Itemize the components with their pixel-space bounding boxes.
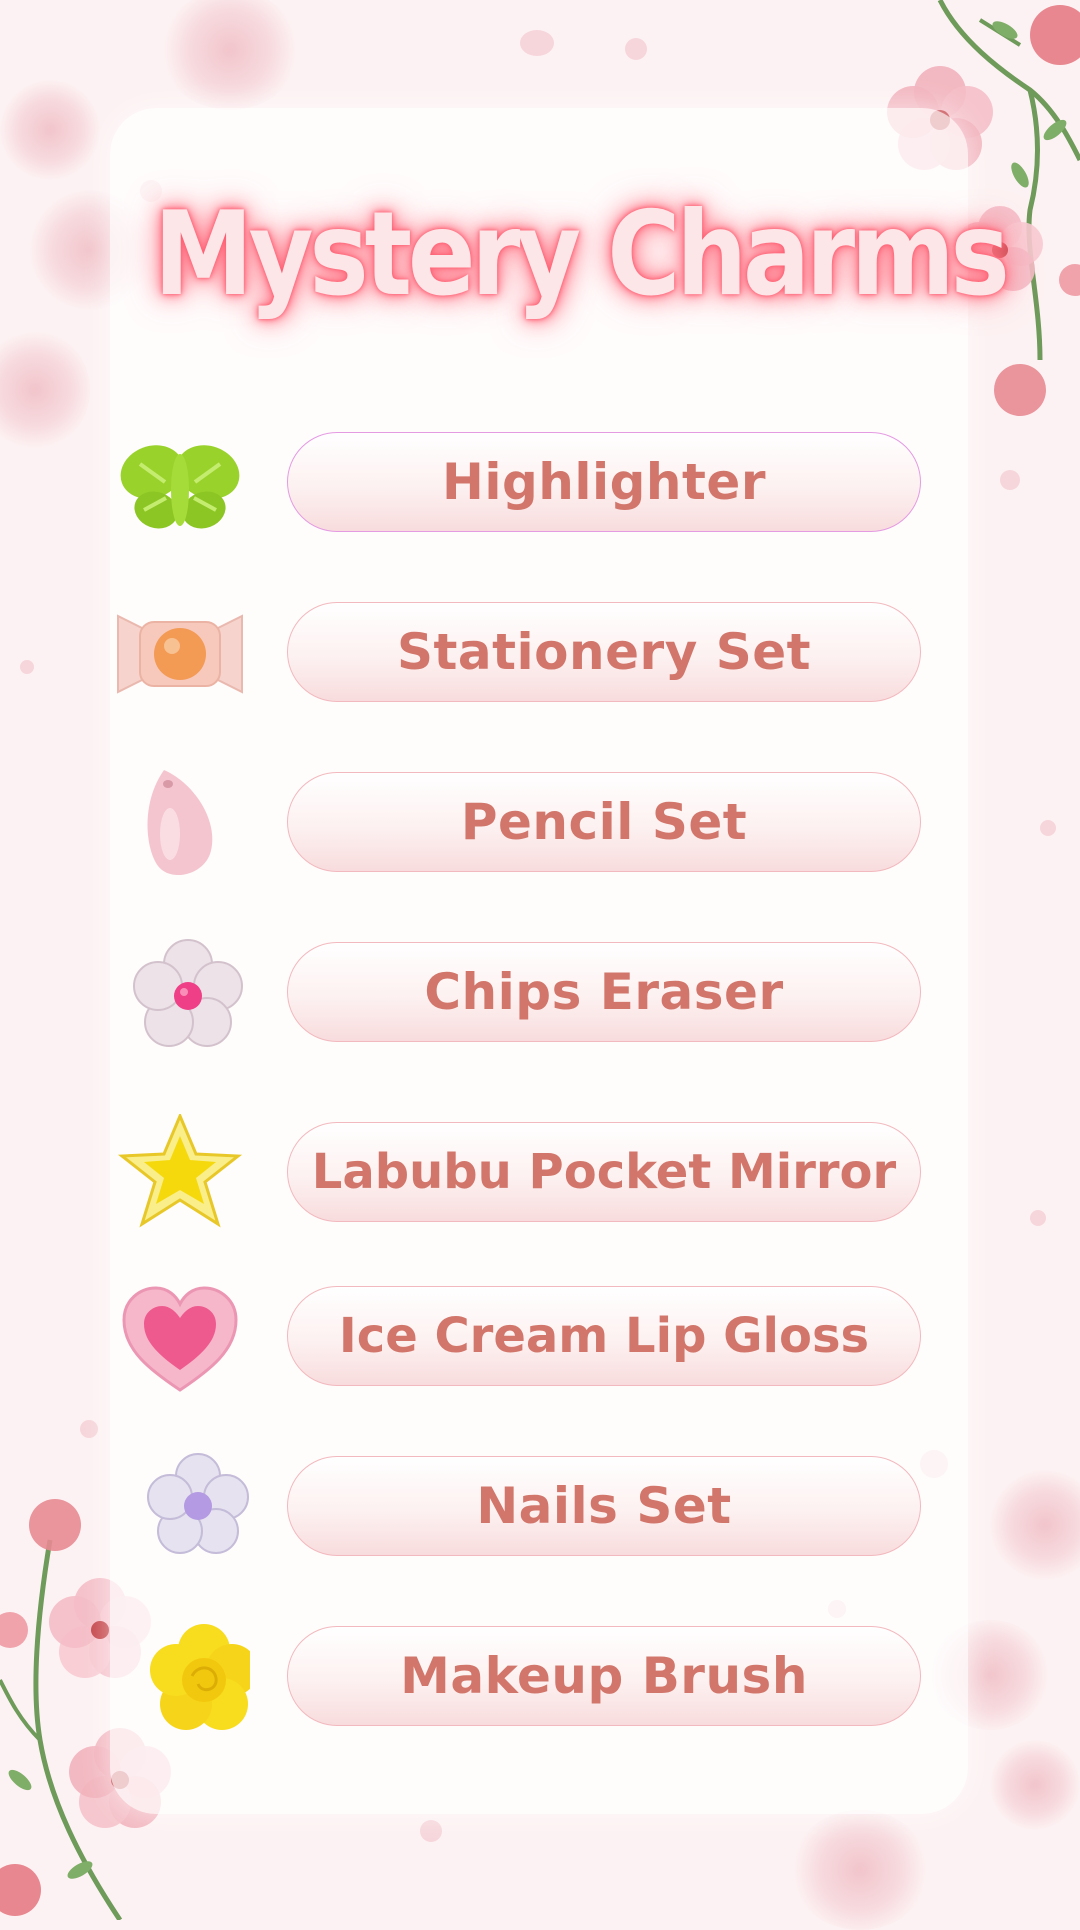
button-label: Labubu Pocket Mirror — [311, 1144, 897, 1200]
heart-charm-icon — [110, 1278, 250, 1398]
chips-eraser-button[interactable]: Chips Eraser — [287, 942, 921, 1042]
labubu-pocket-mirror-button[interactable]: Labubu Pocket Mirror — [287, 1122, 921, 1222]
makeup-brush-button[interactable]: Makeup Brush — [287, 1626, 921, 1726]
ice-cream-lip-gloss-button[interactable]: Ice Cream Lip Gloss — [287, 1286, 921, 1386]
list-item: Stationery Set — [0, 594, 1080, 714]
list-item: Nails Set — [0, 1448, 1080, 1568]
list-item: Pencil Set — [0, 764, 1080, 884]
button-label: Makeup Brush — [400, 1647, 808, 1705]
star-charm-icon — [110, 1114, 250, 1234]
list-item: Labubu Pocket Mirror — [0, 1114, 1080, 1234]
stationery-set-button[interactable]: Stationery Set — [287, 602, 921, 702]
list-item: Ice Cream Lip Gloss — [0, 1278, 1080, 1398]
button-label: Chips Eraser — [424, 963, 784, 1021]
button-label: Nails Set — [476, 1477, 732, 1535]
list-item: Highlighter — [0, 424, 1080, 544]
button-label: Ice Cream Lip Gloss — [338, 1308, 870, 1364]
list-item: Chips Eraser — [0, 934, 1080, 1054]
candy-charm-icon — [110, 594, 250, 714]
button-label: Stationery Set — [396, 623, 812, 681]
button-label: Highlighter — [441, 453, 766, 511]
nails-set-button[interactable]: Nails Set — [287, 1456, 921, 1556]
button-label: Pencil Set — [460, 793, 748, 851]
page-title: Mystery Charms — [153, 187, 1010, 322]
purple-flower-charm-icon — [110, 1448, 250, 1568]
butterfly-charm-icon — [110, 424, 250, 544]
list-item: Makeup Brush — [0, 1618, 1080, 1738]
pencil-set-button[interactable]: Pencil Set — [287, 772, 921, 872]
clear-flower-charm-icon — [110, 934, 250, 1054]
highlighter-button[interactable]: Highlighter — [287, 432, 921, 532]
teardrop-charm-icon — [110, 764, 250, 884]
rose-charm-icon — [110, 1618, 250, 1738]
